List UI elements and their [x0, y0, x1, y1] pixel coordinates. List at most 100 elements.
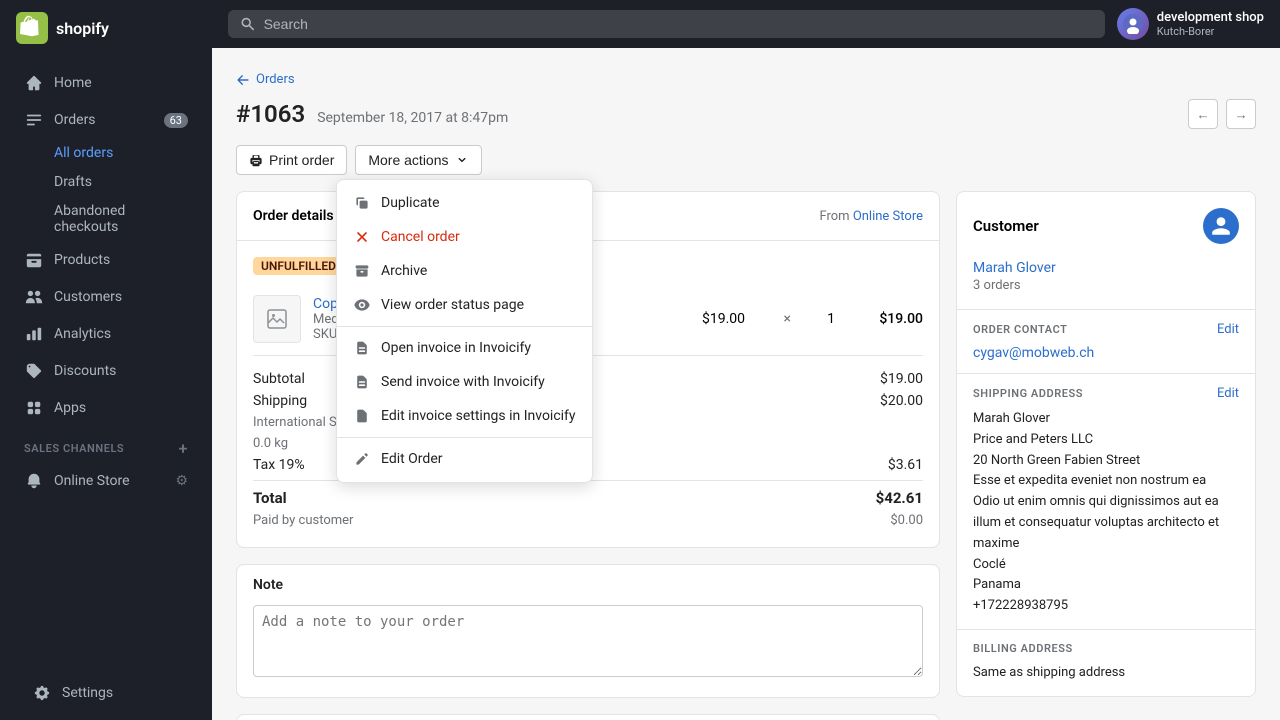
- sidebar-item-home[interactable]: Home: [8, 65, 204, 101]
- dropdown-edit-order[interactable]: Edit Order: [337, 442, 592, 476]
- shipping-name: Marah Glover: [973, 409, 1239, 430]
- sidebar-item-orders[interactable]: Orders 63: [8, 102, 204, 138]
- dropdown-view-status-label: View order status page: [381, 297, 524, 313]
- add-sales-channel-button[interactable]: +: [179, 439, 188, 458]
- dropdown-cancel-order[interactable]: Cancel order: [337, 220, 592, 254]
- contact-email[interactable]: cygav@mobweb.ch: [973, 345, 1239, 361]
- sidebar-item-online-store[interactable]: Online Store ⚙: [8, 463, 204, 499]
- dropdown-divider-2: [337, 437, 592, 438]
- home-icon: [24, 73, 44, 93]
- user-menu[interactable]: development shop Kutch-Borer: [1117, 8, 1264, 40]
- paid-value: $0.00: [890, 513, 923, 528]
- orders-badge: 63: [164, 113, 188, 128]
- sidebar-item-customers[interactable]: Customers: [8, 279, 204, 315]
- sidebar-item-products-label: Products: [54, 252, 110, 268]
- more-actions-label: More actions: [368, 152, 448, 168]
- from-label: From: [819, 209, 849, 224]
- from-badge: From Online Store: [819, 209, 923, 224]
- more-actions-button[interactable]: More actions: [355, 145, 481, 175]
- dropdown-edit-order-label: Edit Order: [381, 451, 443, 467]
- sidebar-item-products[interactable]: Products: [8, 242, 204, 278]
- subtotal-label: Subtotal: [253, 371, 305, 387]
- cancel-icon: [353, 228, 371, 246]
- back-to-orders[interactable]: Orders: [236, 72, 1256, 87]
- dropdown-edit-invoice-settings[interactable]: Edit invoice settings in Invoicify: [337, 399, 592, 433]
- sales-channels-title: SALES CHANNELS: [24, 442, 124, 455]
- sidebar-sub-drafts[interactable]: Drafts: [8, 168, 204, 196]
- dropdown-edit-invoice-settings-label: Edit invoice settings in Invoicify: [381, 408, 576, 424]
- customer-card: Customer Marah Glover 3 orders ORDER CON…: [956, 191, 1256, 697]
- dropdown-duplicate[interactable]: Duplicate: [337, 186, 592, 220]
- duplicate-icon: [353, 194, 371, 212]
- prev-order-button[interactable]: ←: [1188, 99, 1218, 129]
- dropdown-send-invoice-label: Send invoice with Invoicify: [381, 374, 545, 390]
- sidebar-item-orders-label: Orders: [54, 112, 96, 128]
- shipping-line2: Esse et expedita eveniet non nostrum ea: [973, 471, 1239, 492]
- edit-order-icon: [353, 450, 371, 468]
- dropdown-open-invoice[interactable]: Open invoice in Invoicify: [337, 331, 592, 365]
- product-qty: 1: [811, 311, 851, 327]
- products-icon: [24, 250, 44, 270]
- apps-icon: [24, 398, 44, 418]
- shipping-value: $20.00: [880, 393, 923, 409]
- sidebar-item-discounts-label: Discounts: [54, 363, 116, 379]
- sidebar-footer: Settings: [0, 666, 212, 720]
- side-column: Customer Marah Glover 3 orders ORDER CON…: [956, 191, 1256, 720]
- dropdown-send-invoice[interactable]: Send invoice with Invoicify: [337, 365, 592, 399]
- customer-body: Marah Glover 3 orders: [957, 260, 1255, 309]
- sidebar-item-home-label: Home: [54, 75, 92, 91]
- shipping-street: 20 North Green Fabien Street: [973, 451, 1239, 472]
- order-toolbar: Print order More actions Duplicate: [236, 145, 1256, 175]
- search-input[interactable]: [264, 16, 1093, 32]
- shipping-edit-button[interactable]: Edit: [1217, 386, 1239, 401]
- shipping-city: Coclé: [973, 555, 1239, 576]
- content-area: Orders #1063 September 18, 2017 at 8:47p…: [212, 48, 1280, 720]
- sidebar-sub-abandoned[interactable]: Abandoned checkouts: [8, 197, 204, 241]
- shipping-line3: Odio ut enim omnis qui dignissimos aut e…: [973, 492, 1239, 513]
- order-title-row: #1063 September 18, 2017 at 8:47pm ← →: [236, 99, 1256, 129]
- search-bar[interactable]: [228, 10, 1105, 38]
- online-store-settings-icon[interactable]: ⚙: [175, 473, 188, 489]
- product-image-placeholder-icon: [265, 307, 289, 331]
- sidebar-item-discounts[interactable]: Discounts: [8, 353, 204, 389]
- sidebar-item-analytics[interactable]: Analytics: [8, 316, 204, 352]
- sidebar-item-online-store-label: Online Store: [54, 473, 130, 489]
- sidebar-item-apps-label: Apps: [54, 400, 86, 416]
- sidebar-sub-all-orders[interactable]: All orders: [8, 139, 204, 167]
- sidebar-item-customers-label: Customers: [54, 289, 122, 305]
- dropdown-view-status[interactable]: View order status page: [337, 288, 592, 322]
- dropdown-duplicate-label: Duplicate: [381, 195, 440, 211]
- user-avatar: [1117, 8, 1149, 40]
- topbar: development shop Kutch-Borer: [212, 0, 1280, 48]
- order-number: #1063: [236, 100, 305, 128]
- contact-edit-button[interactable]: Edit: [1217, 322, 1239, 337]
- settings-icon: [32, 683, 52, 703]
- tax-label: Tax 19%: [253, 457, 305, 473]
- note-input[interactable]: [253, 605, 923, 677]
- shipping-title: SHIPPING ADDRESS Edit: [973, 386, 1239, 401]
- product-price-times: ×: [776, 311, 799, 327]
- total-value: $42.61: [876, 489, 923, 507]
- sidebar-item-settings-label: Settings: [62, 685, 113, 701]
- from-source-link[interactable]: Online Store: [853, 209, 923, 224]
- back-arrow-icon: [236, 73, 250, 87]
- dropdown-archive[interactable]: Archive: [337, 254, 592, 288]
- shipping-company: Price and Peters LLC: [973, 430, 1239, 451]
- chevron-down-icon: [455, 153, 469, 167]
- customer-name-link[interactable]: Marah Glover: [973, 260, 1239, 276]
- customer-orders: 3 orders: [973, 278, 1239, 293]
- print-order-button[interactable]: Print order: [236, 145, 347, 175]
- shipping-line4: illum et consequatur voluptas architecto…: [973, 513, 1239, 534]
- shop-sub: Kutch-Borer: [1157, 25, 1264, 38]
- total-label: Total: [253, 489, 287, 507]
- online-store-icon: [24, 471, 44, 491]
- sidebar-item-settings[interactable]: Settings: [16, 675, 196, 711]
- shipping-line5: maxime: [973, 534, 1239, 555]
- dropdown-cancel-label: Cancel order: [381, 229, 460, 245]
- shipping-country: Panama: [973, 575, 1239, 596]
- next-order-button[interactable]: →: [1226, 99, 1256, 129]
- customers-icon: [24, 287, 44, 307]
- billing-section: BILLING ADDRESS Same as shipping address: [957, 629, 1255, 696]
- shipping-address: Marah Glover Price and Peters LLC 20 Nor…: [973, 409, 1239, 617]
- sidebar-item-apps[interactable]: Apps: [8, 390, 204, 426]
